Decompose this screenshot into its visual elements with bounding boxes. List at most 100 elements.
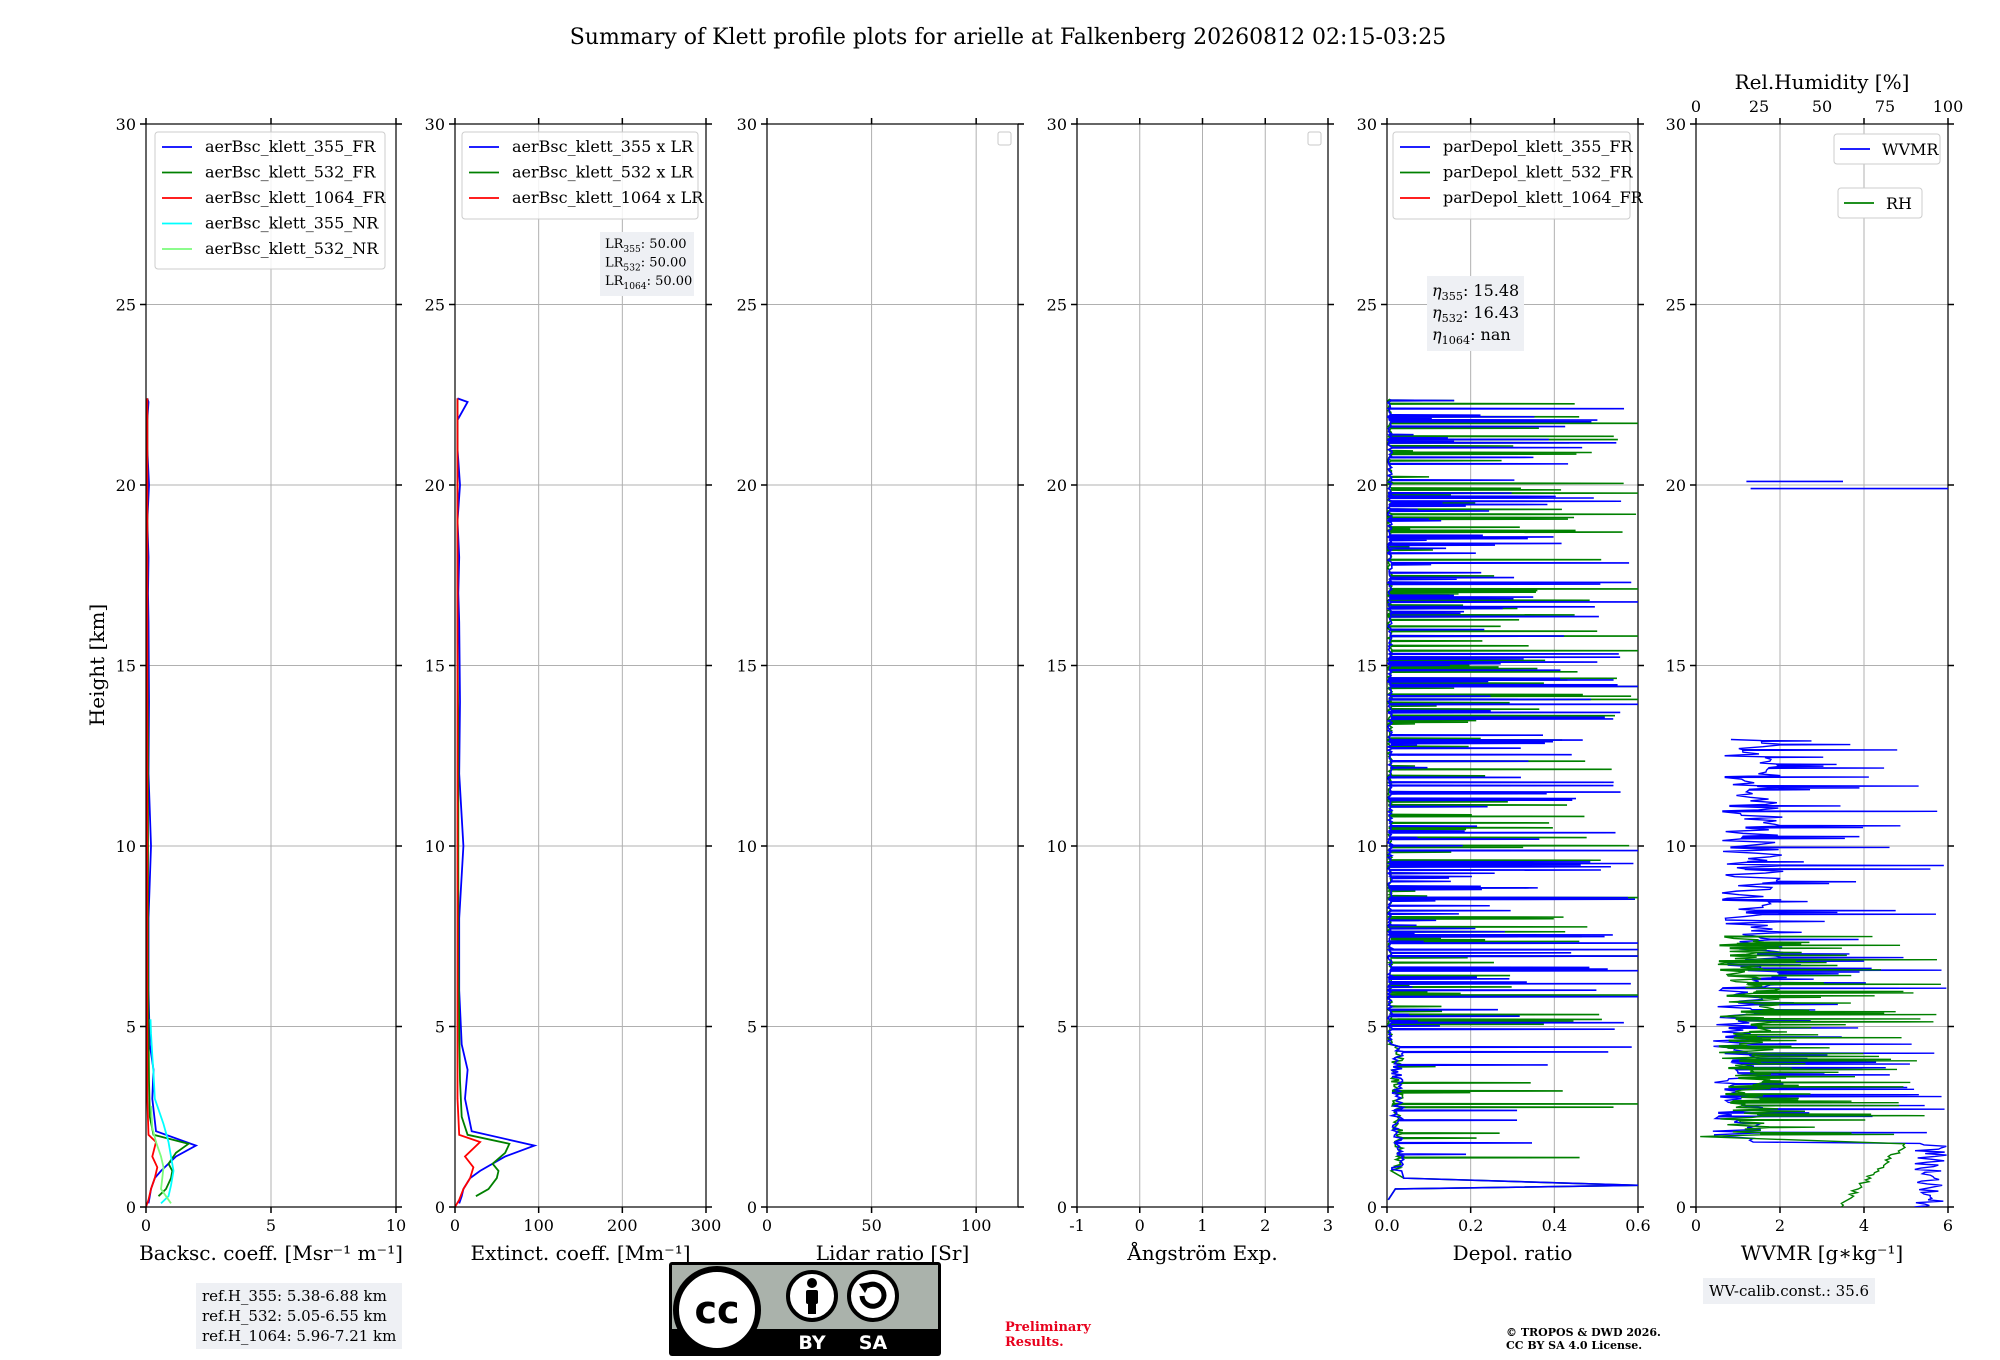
preliminary-line-2: Results. bbox=[1005, 1335, 1064, 1350]
legend-entry: aerBsc_klett_355_NR bbox=[205, 214, 379, 233]
x-tick-label: 10 bbox=[386, 1216, 406, 1235]
eta-note: η355: 15.48η532: 16.43η1064: nan bbox=[1427, 276, 1524, 351]
y-tick-label: 0 bbox=[435, 1198, 445, 1217]
legend-entry: aerBsc_klett_1064_FR bbox=[205, 188, 387, 207]
x-tick-label: 0 bbox=[762, 1216, 772, 1235]
legend-entry: RH bbox=[1886, 194, 1912, 213]
y-tick-label: 15 bbox=[1047, 657, 1067, 676]
y-tick-label: 30 bbox=[1047, 115, 1067, 134]
x-axis-label: Ångström Exp. bbox=[1126, 1240, 1277, 1265]
copyright-line-2: CC BY SA 4.0 License. bbox=[1506, 1339, 1643, 1352]
y-tick-label: 0 bbox=[126, 1198, 136, 1217]
y-tick-label: 25 bbox=[1047, 296, 1067, 315]
x-tick-label: 0.0 bbox=[1374, 1216, 1399, 1235]
cc-by-sa-license-badge: cc BY SA bbox=[669, 1262, 941, 1356]
y-tick-label: 10 bbox=[1666, 837, 1686, 856]
y-tick-label: 30 bbox=[1666, 115, 1686, 134]
y-tick-label: 20 bbox=[1047, 476, 1067, 495]
y-tick-label: 5 bbox=[1057, 1018, 1067, 1037]
x-tick-label: 5 bbox=[266, 1216, 276, 1235]
x-tick-label: 0 bbox=[1691, 1216, 1701, 1235]
y-tick-label: 30 bbox=[1357, 115, 1377, 134]
preliminary-results-note: Preliminary Results. bbox=[1005, 1320, 1091, 1350]
legend-entry: aerBsc_klett_532 x LR bbox=[512, 163, 694, 182]
depol-noise bbox=[1387, 398, 1638, 1201]
x-axis-label: WVMR [g∗kg⁻¹] bbox=[1741, 1241, 1903, 1265]
series-group bbox=[146, 398, 199, 1207]
x-tick-label: 0 bbox=[141, 1216, 151, 1235]
ref-height-1064: ref.H_1064: 5.96-7.21 km bbox=[202, 1327, 397, 1345]
legend-entry: parDepol_klett_1064_FR bbox=[1443, 188, 1644, 207]
y-tick-label: 30 bbox=[737, 115, 757, 134]
legend-rh: RH bbox=[1837, 187, 1923, 219]
y-tick-label: 0 bbox=[747, 1198, 757, 1217]
x-tick-label: 4 bbox=[1859, 1216, 1869, 1235]
legend-entry: aerBsc_klett_532_FR bbox=[205, 163, 376, 182]
x-axis-label: Backsc. coeff. [Msr⁻¹ m⁻¹] bbox=[139, 1241, 403, 1265]
y-tick-label: 0 bbox=[1057, 1198, 1067, 1217]
sa-share-alike-icon bbox=[847, 1270, 899, 1322]
ref-height-532: ref.H_532: 5.05-6.55 km bbox=[202, 1307, 387, 1325]
legend-wvmr: WVMR bbox=[1833, 133, 1941, 165]
wv-calibration-box: WV-calib.const.: 35.6 bbox=[1703, 1278, 1876, 1304]
legend-depol: parDepol_klett_355_FR parDepol_klett_532_… bbox=[1392, 131, 1644, 220]
panel-1: 0 5 10 15 20 25 30 0 5 10 Backsc. coeff. [Msr⁻¹ m⁻… bbox=[116, 115, 407, 1265]
preliminary-line-1: Preliminary bbox=[1005, 1320, 1091, 1335]
rh-profile bbox=[1700, 935, 1941, 1207]
y-tick-label: 10 bbox=[1047, 837, 1067, 856]
y-tick-label: 20 bbox=[1666, 476, 1686, 495]
y-tick-label: 5 bbox=[435, 1018, 445, 1037]
empty-legend-box bbox=[997, 131, 1012, 146]
y-axis-label: Height [km] bbox=[85, 604, 109, 726]
y-tick-label: 15 bbox=[1357, 657, 1377, 676]
cc-text: cc bbox=[694, 1288, 739, 1332]
wvmr-profile bbox=[1712, 738, 1947, 1207]
panel-6: 0 5 10 15 20 25 30 0 2 4 6 WVMR [g∗kg⁻¹] 0 25 50 75 100 R… bbox=[1666, 70, 1964, 1265]
figure-title: Summary of Klett profile plots for ariel… bbox=[570, 25, 1447, 50]
y-tick-label: 30 bbox=[425, 115, 445, 134]
y-tick-label: 15 bbox=[737, 657, 757, 676]
copyright-line-1: © TROPOS & DWD 2026. bbox=[1506, 1326, 1661, 1339]
series-line bbox=[456, 398, 511, 1197]
y-tick-label: 30 bbox=[116, 115, 136, 134]
y-tick-label: 5 bbox=[747, 1018, 757, 1037]
y-tick-label: 0 bbox=[1367, 1198, 1377, 1217]
x-axis-label: Extinct. coeff. [Mm⁻¹] bbox=[470, 1241, 690, 1265]
x-tick-label: 100 bbox=[961, 1216, 992, 1235]
x-tick-label: 50 bbox=[861, 1216, 881, 1235]
x-tick-label: 2 bbox=[1775, 1216, 1785, 1235]
x-tick-label: 6 bbox=[1943, 1216, 1953, 1235]
y-tick-label: 20 bbox=[425, 476, 445, 495]
wv-calibration-constant: WV-calib.const.: 35.6 bbox=[1709, 1282, 1870, 1300]
top-tick-label: 75 bbox=[1875, 97, 1895, 116]
series-line bbox=[146, 398, 159, 1207]
y-tick-label: 20 bbox=[116, 476, 136, 495]
y-tick-label: 10 bbox=[1357, 837, 1377, 856]
series-group bbox=[455, 397, 538, 1207]
legend-entry: aerBsc_klett_532_NR bbox=[205, 239, 379, 258]
x-tick-label: 0 bbox=[1135, 1216, 1145, 1235]
y-tick-label: 20 bbox=[1357, 476, 1377, 495]
top-tick-label: 25 bbox=[1749, 97, 1769, 116]
x-tick-label: 100 bbox=[523, 1216, 554, 1235]
figure: Summary of Klett profile plots for ariel… bbox=[85, 25, 1964, 1265]
x-tick-label: 1 bbox=[1197, 1216, 1207, 1235]
y-tick-label: 0 bbox=[1676, 1198, 1686, 1217]
copyright-note: © TROPOS & DWD 2026. CC BY SA 4.0 Licens… bbox=[1506, 1326, 1661, 1352]
cc-by-sa-logo: cc BY SA bbox=[669, 1262, 941, 1356]
y-tick-label: 25 bbox=[425, 296, 445, 315]
empty-legend-box bbox=[1307, 131, 1322, 146]
y-tick-label: 10 bbox=[116, 837, 136, 856]
x-tick-label: 2 bbox=[1260, 1216, 1270, 1235]
legend-entry: aerBsc_klett_1064 x LR bbox=[512, 188, 704, 207]
by-label: BY bbox=[798, 1332, 825, 1354]
x-tick-label: 0.6 bbox=[1625, 1216, 1650, 1235]
reference-height-box: ref.H_355: 5.38-6.88 km ref.H_532: 5.05-… bbox=[196, 1283, 403, 1349]
y-tick-label: 15 bbox=[1666, 657, 1686, 676]
top-tick-label: 50 bbox=[1812, 97, 1832, 116]
y-tick-label: 5 bbox=[126, 1018, 136, 1037]
y-tick-label: 25 bbox=[1357, 296, 1377, 315]
x-tick-label: 200 bbox=[607, 1216, 638, 1235]
panel-3: 0510152025300 50 100Lidar ratio [Sr] bbox=[737, 115, 1024, 1265]
top-axis-label: Rel.Humidity [%] bbox=[1735, 70, 1910, 94]
